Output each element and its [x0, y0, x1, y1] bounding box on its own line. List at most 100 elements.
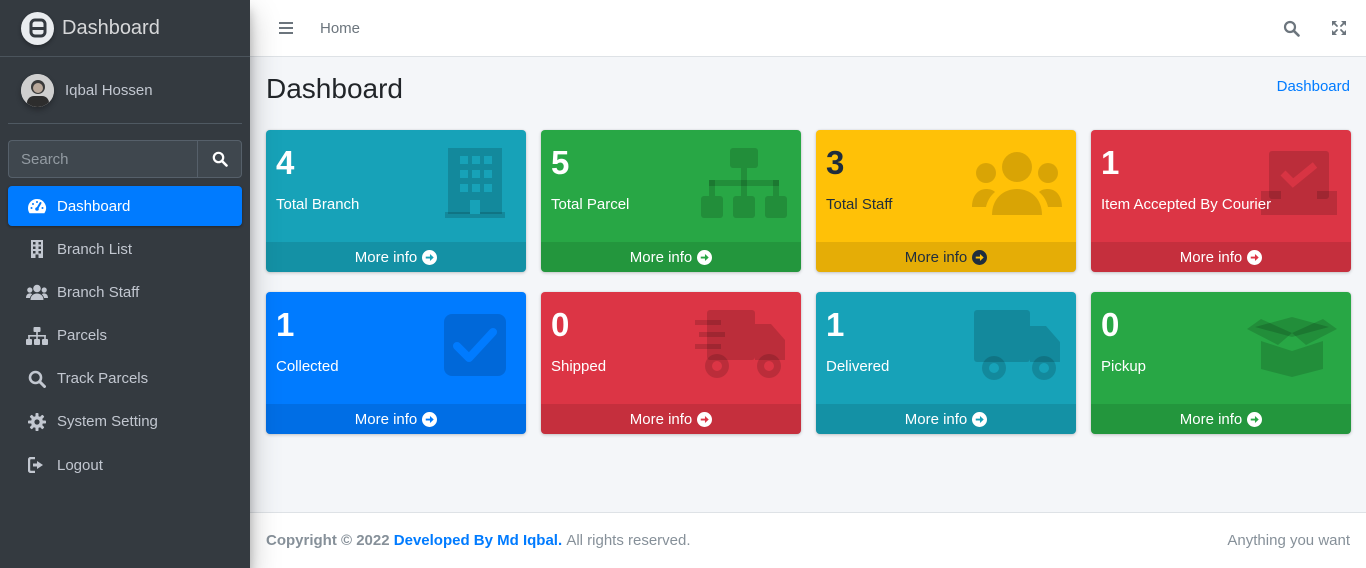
truck-icon [972, 308, 1062, 382]
box-count: 0 [1101, 306, 1120, 343]
users-icon [25, 282, 49, 302]
search-button[interactable] [197, 140, 242, 178]
search-icon [25, 369, 49, 389]
arrow-circle-right-icon [972, 411, 988, 427]
user-panel: Iqbal Hossen [8, 57, 242, 124]
sign-out-icon [25, 455, 49, 475]
arrow-circle-right-icon [422, 249, 438, 265]
sitemap-icon [25, 326, 49, 346]
sidebar-item-branch-staff[interactable]: Branch Staff [8, 272, 242, 312]
navbar-right [1280, 14, 1350, 42]
box-label: Total Branch [276, 196, 360, 213]
more-info-link[interactable]: More info [816, 242, 1076, 272]
more-info-label: More info [1179, 248, 1243, 266]
tachometer-icon [25, 196, 49, 216]
box-label: Delivered [826, 358, 890, 375]
page-title: Dashboard [266, 73, 403, 104]
footer-right-text: Anything you want [1227, 532, 1350, 549]
box-label: Item Accepted By Courier [1101, 196, 1272, 213]
more-info-link[interactable]: More info [541, 404, 801, 434]
sidebar-item-label: Dashboard [57, 197, 131, 215]
footer-developer-link[interactable]: Developed By Md Iqbal. [394, 532, 562, 549]
arrow-circle-right-icon [697, 411, 713, 427]
sitemap-icon [699, 146, 789, 220]
sidebar-item-track-parcels[interactable]: Track Parcels [8, 359, 242, 399]
brand-link[interactable]: Dashboard [0, 0, 250, 57]
box-label: Total Parcel [551, 196, 630, 213]
box-label: Total Staff [826, 196, 893, 213]
menu-toggle-button[interactable] [271, 13, 301, 43]
more-info-link[interactable]: More info [1091, 242, 1351, 272]
box-count: 0 [551, 306, 570, 343]
users-icon [972, 146, 1062, 220]
more-info-label: More info [904, 248, 968, 266]
small-box-total-staff: 3 Total Staff More info [816, 130, 1076, 272]
search-icon [1283, 20, 1300, 37]
building-icon [25, 239, 49, 259]
arrow-circle-right-icon [697, 249, 713, 265]
navbar-search-button[interactable] [1280, 14, 1302, 42]
shipping-fast-icon [695, 308, 787, 382]
box-count: 3 [826, 144, 845, 181]
inbox-check-icon [1261, 146, 1337, 220]
box-count: 1 [1101, 144, 1120, 181]
more-info-link[interactable]: More info [1091, 404, 1351, 434]
box-count: 1 [826, 306, 845, 343]
sidebar-item-label: Branch List [57, 240, 133, 258]
box-label: Shipped [551, 358, 607, 375]
brand-logo-icon [21, 11, 54, 45]
sidebar-item-parcels[interactable]: Parcels [8, 316, 242, 356]
sidebar-item-dashboard[interactable]: Dashboard [8, 186, 242, 226]
fullscreen-button[interactable] [1328, 14, 1350, 42]
small-box-item-accepted: 1 Item Accepted By Courier More info [1091, 130, 1351, 272]
building-icon [438, 146, 512, 220]
more-info-label: More info [354, 410, 418, 428]
gear-icon [25, 412, 49, 432]
search-icon [212, 151, 228, 167]
sidebar-item-system-setting[interactable]: System Setting [8, 402, 242, 442]
more-info-link[interactable]: More info [541, 242, 801, 272]
box-open-icon [1247, 308, 1337, 382]
small-box-delivered: 1 Delivered More info [816, 292, 1076, 434]
box-label: Pickup [1101, 358, 1147, 375]
more-info-label: More info [1179, 410, 1243, 428]
search-input[interactable] [8, 140, 197, 178]
small-box-pickup: 0 Pickup More info [1091, 292, 1351, 434]
sidebar-nav: Dashboard Branch List Branch Staff Parce… [8, 186, 242, 488]
sidebar-item-logout[interactable]: Logout [8, 445, 242, 485]
avatar[interactable] [21, 73, 54, 107]
sidebar-item-label: System Setting [57, 413, 158, 431]
more-info-label: More info [354, 248, 418, 266]
more-info-link[interactable]: More info [816, 404, 1076, 434]
arrow-circle-right-icon [422, 411, 438, 427]
sidebar-item-branch-list[interactable]: Branch List [8, 229, 242, 269]
more-info-label: More info [629, 248, 693, 266]
box-count: 4 [276, 144, 295, 181]
box-count: 5 [551, 144, 570, 181]
sidebar-item-label: Track Parcels [57, 370, 149, 388]
sidebar-item-label: Logout [57, 456, 103, 474]
more-info-link[interactable]: More info [266, 242, 526, 272]
footer-copyright: Copyright © 2022 [266, 532, 390, 549]
footer-rights: All rights reserved. [566, 532, 691, 549]
sidebar-item-label: Branch Staff [57, 283, 140, 301]
main-footer: Copyright © 2022 Developed By Md Iqbal. … [250, 512, 1366, 568]
arrow-circle-right-icon [1247, 249, 1263, 265]
sidebar-item-label: Parcels [57, 327, 108, 345]
home-link[interactable]: Home [320, 20, 360, 37]
more-info-label: More info [904, 410, 968, 428]
small-box-total-branch: 4 Total Branch More info [266, 130, 526, 272]
small-box-collected: 1 Collected More info [266, 292, 526, 434]
breadcrumb[interactable]: Dashboard [1277, 78, 1350, 95]
more-info-label: More info [629, 410, 693, 428]
expand-arrows-icon [1332, 21, 1346, 35]
arrow-circle-right-icon [972, 249, 988, 265]
box-label: Collected [276, 358, 339, 375]
small-box-shipped: 0 Shipped More info [541, 292, 801, 434]
main-sidebar: Dashboard Iqbal Hossen Dashboard Branch … [0, 0, 250, 568]
user-name[interactable]: Iqbal Hossen [65, 82, 153, 99]
top-navbar: Home [250, 0, 1366, 57]
more-info-link[interactable]: More info [266, 404, 526, 434]
hamburger-icon [279, 22, 293, 34]
small-box-total-parcel: 5 Total Parcel More info [541, 130, 801, 272]
